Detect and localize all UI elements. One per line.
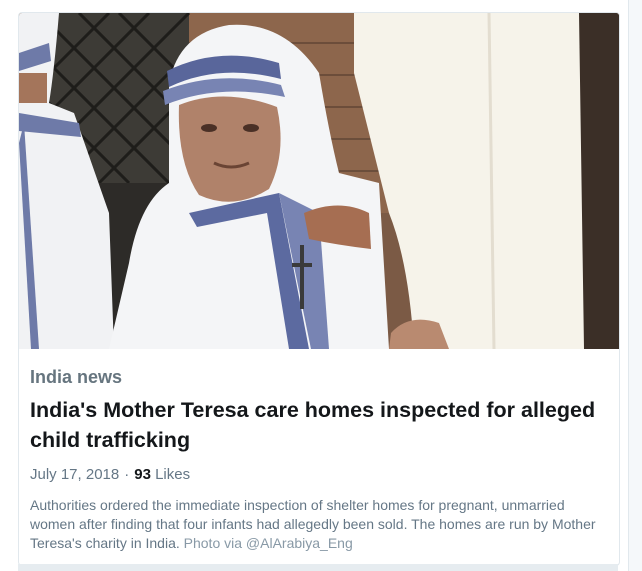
article-meta: July 17, 2018 · 93 Likes (30, 465, 610, 485)
likes-count[interactable]: 93 (134, 466, 151, 483)
article-date[interactable]: July 17, 2018 (30, 466, 119, 483)
meta-separator: · (124, 466, 130, 483)
article-headline[interactable]: India's Mother Teresa care homes inspect… (30, 395, 610, 455)
likes-label[interactable]: Likes (155, 466, 190, 483)
next-card-edge (18, 564, 618, 571)
category-label[interactable]: India news (30, 365, 610, 389)
page-edge (628, 0, 642, 571)
article-photo[interactable] (19, 13, 619, 349)
moment-card[interactable]: India news India's Mother Teresa care ho… (18, 12, 620, 566)
article-content: India news India's Mother Teresa care ho… (30, 365, 610, 553)
nun-photo-illustration (19, 13, 619, 349)
article-description: Authorities ordered the immediate inspec… (30, 496, 610, 553)
photo-credit[interactable]: Photo via @AlArabiya_Eng (184, 535, 353, 551)
